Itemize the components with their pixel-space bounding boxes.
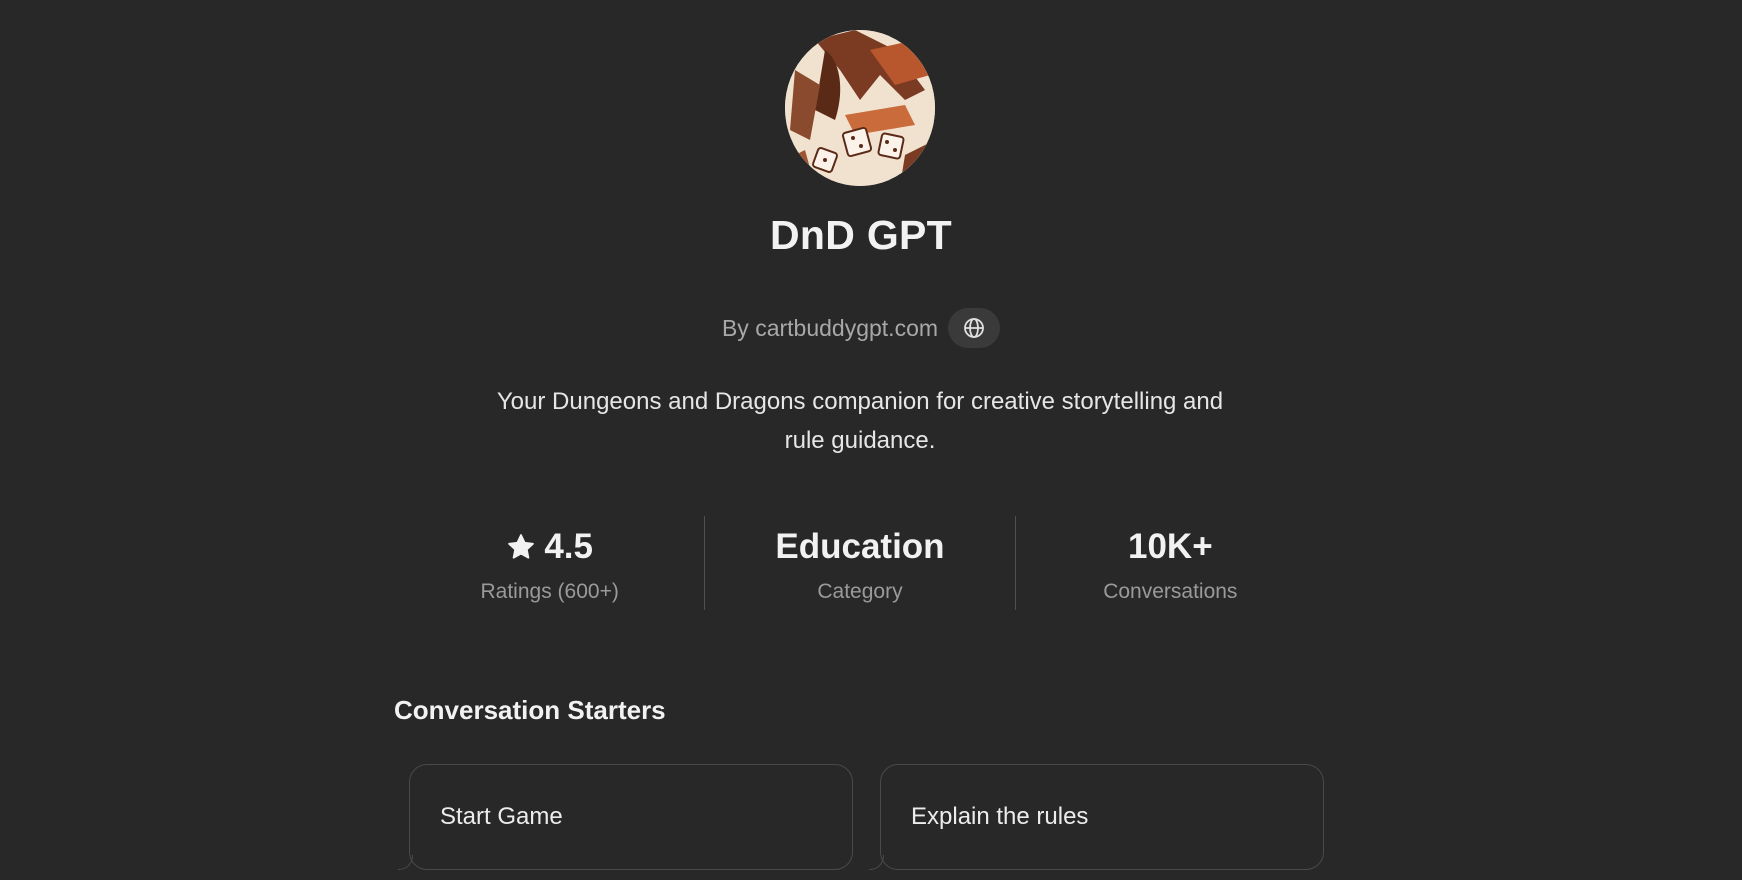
- dragon-dice-avatar-icon: [785, 30, 935, 186]
- bubble-tail: [869, 855, 884, 870]
- rating-label: Ratings (600+): [480, 580, 619, 603]
- rating-stat: 4.5 Ratings (600+): [395, 516, 704, 610]
- category-stat: Education Category: [704, 516, 1014, 610]
- conversations-stat: 10K+ Conversations: [1014, 516, 1325, 610]
- bubble-tail: [398, 855, 413, 870]
- website-button[interactable]: [948, 308, 1001, 348]
- rating-value: 4.5: [544, 527, 593, 566]
- starter-label: Start Game: [440, 803, 563, 830]
- starter-label: Explain the rules: [911, 803, 1089, 830]
- starter-explain-rules[interactable]: Explain the rules: [869, 764, 1324, 870]
- conversation-starters-heading: Conversation Starters: [394, 695, 666, 725]
- author-byline: By cartbuddygpt.com: [721, 314, 939, 341]
- gpt-description: Your Dungeons and Dragons companion for …: [430, 382, 1290, 460]
- gpt-profile-page: DnD GPT By cartbuddygpt.com Your Dungeon…: [0, 0, 1742, 880]
- star-icon: [508, 534, 535, 559]
- starter-start-game[interactable]: Start Game: [398, 764, 853, 870]
- stats-row: 4.5 Ratings (600+) Education Category 10…: [395, 516, 1325, 610]
- gpt-title: DnD GPT: [769, 212, 953, 258]
- category-value: Education: [775, 527, 945, 566]
- conversations-label: Conversations: [1103, 580, 1238, 603]
- description-line: Your Dungeons and Dragons companion for …: [496, 388, 1224, 415]
- author-row: By cartbuddygpt.com: [0, 308, 1722, 348]
- conversations-value: 10K+: [1127, 527, 1213, 566]
- description-line: rule guidance.: [784, 427, 936, 454]
- gpt-avatar: [785, 30, 935, 186]
- category-label: Category: [817, 580, 903, 603]
- globe-icon: [964, 318, 984, 338]
